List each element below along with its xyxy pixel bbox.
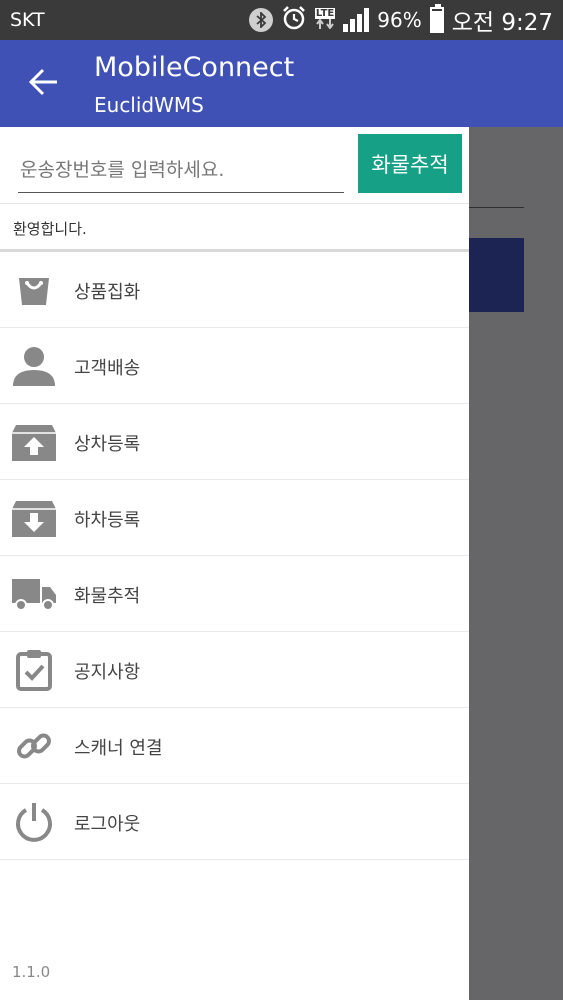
battery-icon xyxy=(429,4,444,33)
carrier-label: SKT xyxy=(10,9,45,31)
box-download-icon xyxy=(12,496,56,540)
navigation-drawer: 화물추적 환영합니다. 상품집화 고객배송 상차등록 하차등록 xyxy=(0,127,469,1000)
menu-item-logout[interactable]: 로그아웃 xyxy=(0,784,469,860)
drawer-menu: 상품집화 고객배송 상차등록 하차등록 화물추적 공지사항 스캐너 연결 로그아… xyxy=(0,252,469,860)
menu-item-label: 스캐너 연결 xyxy=(74,738,163,759)
menu-item-label: 고객배송 xyxy=(74,358,141,379)
menu-item-scanner[interactable]: 스캐너 연결 xyxy=(0,708,469,784)
app-bar: MobileConnect EuclidWMS xyxy=(0,40,563,127)
waybill-number-input[interactable] xyxy=(18,147,344,193)
track-cargo-button[interactable]: 화물추적 xyxy=(358,134,462,193)
menu-item-unloading[interactable]: 하차등록 xyxy=(0,480,469,556)
menu-item-label: 상품집화 xyxy=(74,282,141,303)
power-icon xyxy=(12,800,56,844)
menu-item-label: 공지사항 xyxy=(74,662,141,683)
menu-item-notices[interactable]: 공지사항 xyxy=(0,632,469,708)
content-block xyxy=(469,238,524,312)
lte-label: LTE xyxy=(314,8,336,19)
back-button[interactable] xyxy=(22,60,66,104)
person-icon xyxy=(12,344,56,388)
clock: 오전 9:27 xyxy=(451,10,553,36)
alarm-icon xyxy=(281,5,307,35)
truck-icon xyxy=(12,572,56,616)
welcome-text: 환영합니다. xyxy=(13,220,87,238)
menu-item-tracking[interactable]: 화물추적 xyxy=(0,556,469,632)
menu-item-label: 상차등록 xyxy=(74,434,141,455)
welcome-row: 환영합니다. xyxy=(0,203,469,252)
drawer-scrim[interactable] xyxy=(469,127,563,1000)
signal-strength-icon xyxy=(343,8,370,32)
menu-item-label: 하차등록 xyxy=(74,510,141,531)
arrow-back-icon xyxy=(29,68,57,96)
lte-icon: LTE xyxy=(314,8,336,32)
tracking-search-row: 화물추적 xyxy=(0,127,469,203)
menu-item-label: 화물추적 xyxy=(74,586,141,607)
link-icon xyxy=(12,724,56,768)
box-upload-icon xyxy=(12,420,56,464)
menu-item-label: 로그아웃 xyxy=(74,814,141,835)
status-icons: LTE 96% 오전 9:27 xyxy=(248,3,553,37)
bluetooth-icon xyxy=(248,8,273,32)
app-title: MobileConnect xyxy=(94,52,295,83)
menu-item-pickup[interactable]: 상품집화 xyxy=(0,252,469,328)
content-divider xyxy=(469,207,524,208)
menu-item-delivery[interactable]: 고객배송 xyxy=(0,328,469,404)
menu-item-loading[interactable]: 상차등록 xyxy=(0,404,469,480)
clipboard-check-icon xyxy=(12,648,56,692)
app-subtitle: EuclidWMS xyxy=(94,93,204,117)
shopping-bag-icon xyxy=(12,268,56,312)
app-version: 1.1.0 xyxy=(12,963,51,981)
status-bar: SKT LTE 96% 오전 9:27 xyxy=(0,0,563,40)
battery-percent: 96% xyxy=(377,8,422,32)
